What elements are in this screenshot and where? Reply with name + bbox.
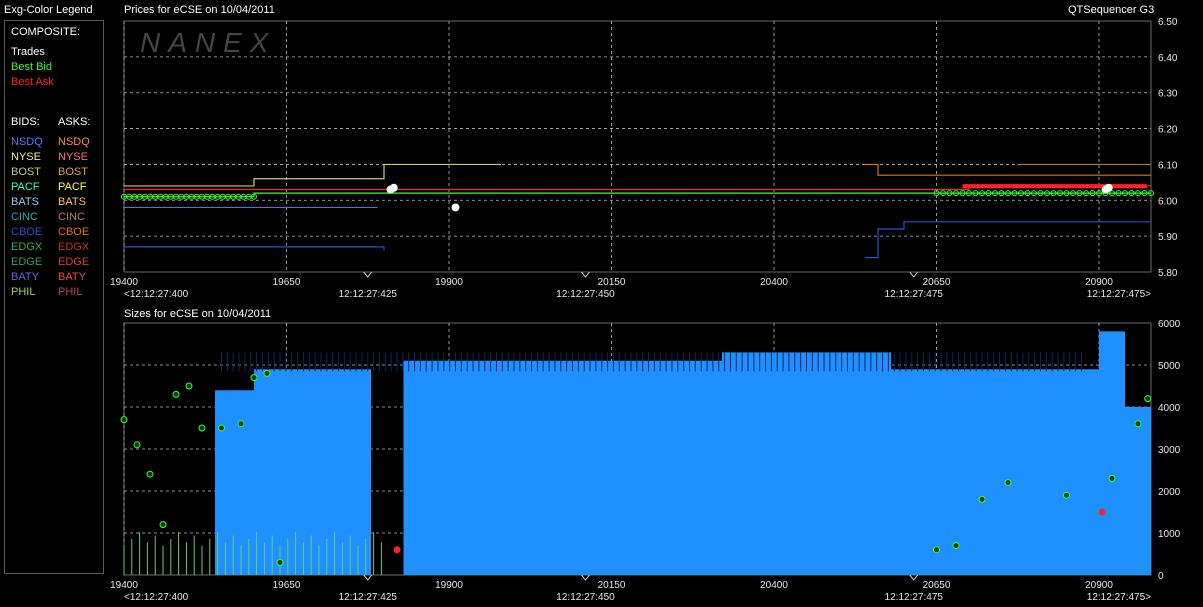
x-tick-label: 20900	[1085, 580, 1113, 591]
x-tick-label: 19400	[110, 277, 138, 288]
y-tick-label: 6.30	[1158, 89, 1178, 100]
size-best-bid-marker	[185, 382, 193, 390]
trade-marker	[389, 183, 398, 192]
time-tick-marker	[909, 574, 919, 581]
y-tick-label: 5.80	[1158, 268, 1178, 279]
x-tick-label: 19900	[435, 580, 463, 591]
size-best-bid-marker	[263, 369, 271, 377]
x-tick-label: 19400	[110, 580, 138, 591]
time-tick-label: 12:12:27:450	[556, 289, 615, 300]
y-tick-label: 2000	[1158, 487, 1181, 498]
size-best-bid-marker	[198, 424, 206, 432]
y-tick-label: 6.40	[1158, 53, 1178, 64]
x-tick-label: 20650	[923, 277, 951, 288]
size-best-bid-marker	[172, 390, 180, 398]
trade-marker	[1104, 183, 1113, 192]
size-best-ask-marker	[1098, 508, 1106, 516]
size-best-ask-marker	[393, 546, 401, 554]
x-tick-label: 20400	[760, 277, 788, 288]
time-tick-label: 12:12:27:425	[339, 289, 398, 300]
size-best-bid-marker	[952, 542, 960, 550]
time-tick-label: <12:12:27:400	[124, 592, 189, 603]
time-tick-label: 12:12:27:475>	[1087, 592, 1151, 603]
y-tick-label: 5000	[1158, 361, 1181, 372]
time-tick-label: 12:12:27:450	[556, 592, 615, 603]
time-tick-marker	[363, 574, 373, 581]
y-tick-label: 4000	[1158, 403, 1181, 414]
size-best-bid-marker	[146, 470, 154, 478]
y-tick-label: 5.90	[1158, 232, 1178, 243]
x-tick-label: 19650	[273, 277, 301, 288]
time-tick-marker	[909, 271, 919, 278]
size-best-bid-marker	[276, 558, 284, 566]
x-tick-label: 20900	[1085, 277, 1113, 288]
y-tick-label: 1000	[1158, 529, 1181, 540]
price-chart: 6.50 6.40 6.30 6.20 6.10 6.00 5.90 5.80 19400 196…	[110, 17, 1181, 603]
y-tick-label: 6.50	[1158, 17, 1178, 28]
time-tick-label: 12:12:27:425	[339, 592, 398, 603]
size-best-bid-marker	[978, 495, 986, 503]
size-best-bid-marker	[1134, 420, 1142, 428]
x-tick-label: 20150	[598, 277, 626, 288]
x-tick-label: 20150	[598, 580, 626, 591]
size-best-bid-marker	[237, 420, 245, 428]
time-tick-marker	[363, 271, 373, 278]
size-best-bid-marker	[133, 441, 141, 449]
size-best-bid-marker	[1108, 474, 1116, 482]
x-tick-label: 19900	[435, 277, 463, 288]
time-tick-label: 12:12:27:475>	[1087, 289, 1151, 300]
size-best-bid-marker	[250, 374, 258, 382]
trade-marker	[451, 203, 460, 212]
y-tick-label: 6.20	[1158, 125, 1178, 136]
time-tick-label: <12:12:27:400	[124, 289, 189, 300]
y-tick-label: 6000	[1158, 319, 1181, 330]
size-best-bid-marker	[159, 521, 167, 529]
size-best-bid-marker	[120, 416, 128, 424]
x-tick-label: 20400	[760, 580, 788, 591]
watermark: NANEX	[140, 27, 276, 58]
size-best-bid-marker	[1144, 395, 1152, 403]
time-tick-label: 12:12:27:475	[885, 289, 944, 300]
size-best-bid-marker	[933, 546, 940, 554]
x-tick-label: 20650	[923, 580, 951, 591]
y-tick-label: 6.10	[1158, 160, 1178, 171]
size-best-bid-marker	[1004, 479, 1012, 487]
y-tick-label: 0	[1158, 571, 1164, 582]
y-tick-label: 6.00	[1158, 196, 1178, 207]
time-tick-label: 12:12:27:475	[885, 592, 944, 603]
size-best-bid-marker	[218, 424, 225, 432]
y-tick-label: 3000	[1158, 445, 1181, 456]
size-best-bid-marker	[1063, 491, 1070, 499]
time-tick-marker	[581, 574, 590, 581]
plot-frame-price	[123, 20, 1152, 273]
time-tick-marker	[581, 271, 590, 278]
best-ask-marker	[1141, 184, 1147, 189]
x-tick-label: 19650	[273, 580, 301, 591]
